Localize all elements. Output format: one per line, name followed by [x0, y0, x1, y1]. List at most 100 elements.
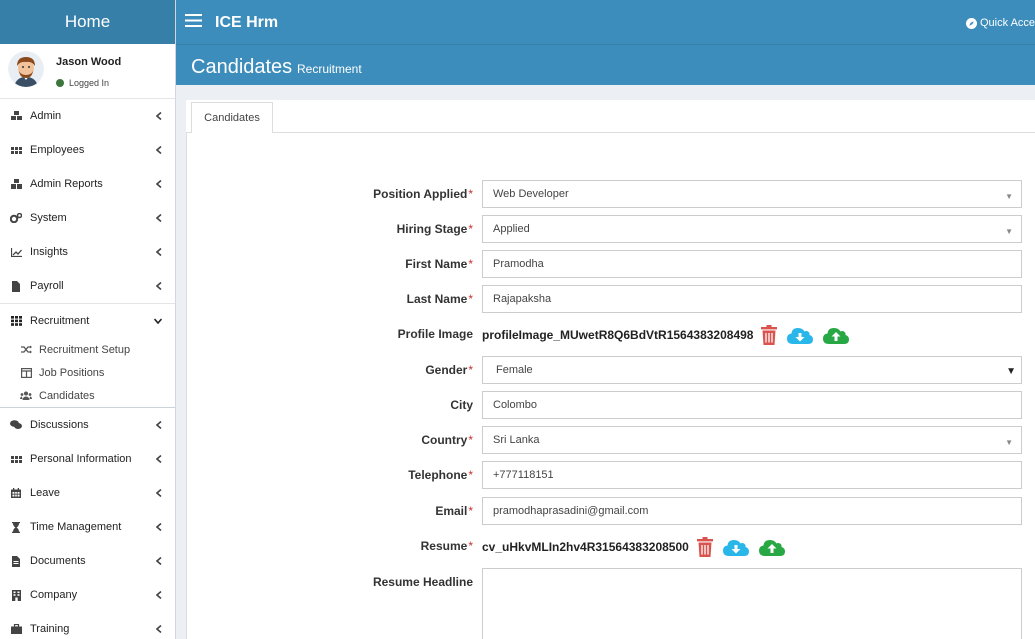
candidate-form: Position Applied* Web Developer ▼ Hiring … [186, 133, 1035, 639]
grid-dots-icon [10, 453, 22, 465]
sidebar-item-leave[interactable]: Leave [0, 476, 175, 510]
user-status-label: Logged In [69, 78, 110, 88]
building-icon [10, 589, 22, 601]
sidebar-item-personal-information[interactable]: Personal Information [0, 442, 175, 476]
th-icon [10, 315, 22, 327]
users-icon [20, 390, 32, 402]
sidebar-subitem-label: Candidates [39, 389, 95, 402]
random-icon [20, 344, 32, 356]
quick-access-link[interactable]: Quick Acce [966, 17, 1035, 29]
resume-label: Resume* [420, 539, 473, 553]
file-text-icon [10, 555, 22, 567]
trash-icon[interactable] [761, 325, 778, 345]
telephone-input[interactable]: +777118151 [482, 461, 1022, 489]
sidebar-item-employees[interactable]: Employees [0, 133, 175, 167]
page-title: Candidates [191, 56, 293, 78]
sidebar-item-system[interactable]: System [0, 201, 175, 235]
form-row-gender: Gender* Female ▼ [187, 356, 1035, 385]
page-subtitle: Recruitment [297, 62, 362, 76]
line-chart-icon [10, 246, 22, 258]
chevron-left-icon [156, 282, 162, 290]
sidebar-item-label: Leave [30, 487, 60, 499]
first-name-input[interactable]: Pramodha [482, 250, 1022, 278]
hiring-stage-select[interactable]: Applied ▼ [482, 215, 1022, 243]
form-row-last-name: Last Name* Rajapaksha [187, 285, 1035, 314]
telephone-value: +777118151 [493, 469, 554, 481]
sidebar-item-label: Personal Information [30, 453, 132, 465]
country-select[interactable]: Sri Lanka ▼ [482, 426, 1022, 454]
trash-icon[interactable] [696, 537, 713, 557]
sidebar-item-company[interactable]: Company [0, 578, 175, 612]
sidebar-item-admin-reports[interactable]: Admin Reports [0, 167, 175, 201]
sidebar-subitem-candidates[interactable]: Candidates [0, 384, 175, 407]
page-header: Candidates Recruitment [176, 44, 1035, 85]
last-name-input[interactable]: Rajapaksha [482, 285, 1022, 313]
sidebar-item-label: Payroll [30, 280, 64, 292]
resume-headline-label: Resume Headline [372, 575, 473, 589]
cloud-download-icon[interactable] [787, 326, 814, 344]
user-panel: Jason Wood Logged In [0, 44, 175, 99]
cubes-icon [10, 178, 22, 190]
grid-dots-icon [10, 144, 22, 156]
sidebar-item-recruitment[interactable]: Recruitment [0, 304, 175, 338]
caret-down-icon: ▼ [1005, 438, 1013, 447]
top-navbar: ICE Hrm Quick Acce [176, 0, 1035, 44]
email-input[interactable]: pramodhaprasadini@gmail.com [482, 497, 1022, 525]
quick-access-label: Quick Acce [980, 17, 1035, 29]
cloud-download-icon[interactable] [722, 538, 749, 556]
sidebar-item-insights[interactable]: Insights [0, 235, 175, 269]
chevron-left-icon [156, 523, 162, 531]
resume-headline-textarea[interactable] [482, 568, 1022, 639]
profile-image-filename: profileImage_MUwetR8Q6BdVtR1564383208498 [482, 328, 754, 342]
sidebar-subitem-recruitment-setup[interactable]: Recruitment Setup [0, 338, 175, 361]
chevron-down-icon [154, 318, 162, 324]
form-row-resume: Resume* cv_uHkvMLIn2hv4R31564383208500 [187, 532, 1035, 561]
sidebar-item-label: Admin [30, 110, 62, 122]
city-input[interactable]: Colombo [482, 391, 1022, 419]
sidebar-item-discussions[interactable]: Discussions [0, 408, 175, 442]
hamburger-menu-icon[interactable] [185, 14, 202, 27]
caret-down-icon: ▼ [1005, 192, 1013, 201]
chevron-left-icon [156, 248, 162, 256]
avatar [8, 51, 44, 87]
chevron-left-icon [156, 112, 162, 120]
last-name-value: Rajapaksha [493, 293, 552, 305]
sidebar-item-payroll[interactable]: Payroll [0, 269, 175, 303]
tab-candidates[interactable]: Candidates [191, 102, 273, 134]
tab-bar: Candidates [186, 100, 1035, 134]
sidebar-item-label: Documents [30, 555, 86, 567]
sidebar-item-documents[interactable]: Documents [0, 544, 175, 578]
email-value: pramodhaprasadini@gmail.com [493, 505, 649, 517]
resume-filename: cv_uHkvMLIn2hv4R31564383208500 [482, 540, 689, 554]
sidebar-item-admin[interactable]: Admin [0, 99, 175, 133]
user-status: Logged In [56, 78, 109, 88]
cloud-upload-icon[interactable] [758, 538, 785, 556]
cloud-upload-icon[interactable] [823, 326, 850, 344]
calendar-icon [10, 487, 22, 499]
sidebar-item-training[interactable]: Training [0, 612, 175, 639]
chevron-left-icon [156, 421, 162, 429]
home-brand[interactable]: Home [0, 0, 175, 44]
last-name-label: Last Name* [406, 292, 473, 306]
form-row-hiring-stage: Hiring Stage* Applied ▼ [187, 215, 1035, 244]
sidebar-item-label: Insights [30, 246, 68, 258]
online-dot-icon [56, 79, 64, 87]
position-applied-value: Web Developer [493, 188, 569, 200]
sidebar-subitem-job-positions[interactable]: Job Positions [0, 361, 175, 384]
tab-label: Candidates [204, 112, 260, 124]
chevron-left-icon [156, 625, 162, 633]
caret-down-icon: ▼ [1005, 227, 1013, 236]
columns-icon [20, 367, 32, 379]
sidebar-item-label: System [30, 212, 67, 224]
sidebar-item-time-management[interactable]: Time Management [0, 510, 175, 544]
sidebar-item-label: Discussions [30, 419, 89, 431]
user-name: Jason Wood [56, 56, 122, 68]
position-applied-select[interactable]: Web Developer ▼ [482, 180, 1022, 208]
gender-select[interactable]: Female ▼ [482, 356, 1022, 384]
country-label: Country* [421, 433, 473, 447]
caret-down-icon: ▼ [1006, 366, 1016, 377]
chevron-left-icon [156, 214, 162, 222]
resume-file: cv_uHkvMLIn2hv4R31564383208500 [482, 537, 795, 557]
cubes-icon [10, 110, 22, 122]
sidebar-item-label: Training [30, 623, 70, 635]
